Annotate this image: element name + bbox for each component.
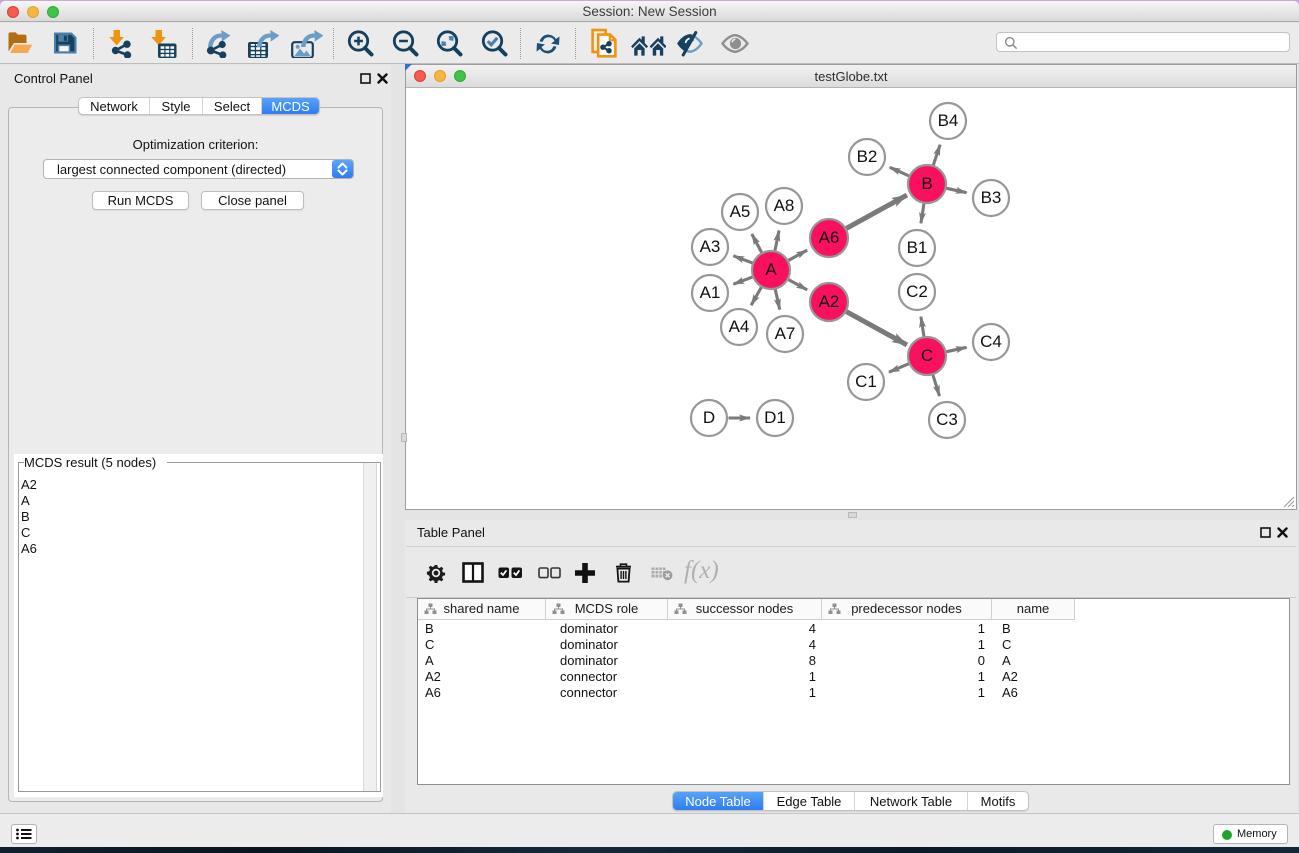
svg-text:A3: A3 (700, 237, 721, 256)
svg-text:B: B (921, 174, 932, 193)
svg-text:A5: A5 (730, 202, 751, 221)
svg-text:C4: C4 (980, 332, 1002, 351)
svg-text:D1: D1 (764, 408, 786, 427)
svg-text:B1: B1 (907, 238, 928, 257)
svg-text:A6: A6 (819, 228, 840, 247)
svg-text:C1: C1 (855, 372, 877, 391)
svg-text:A2: A2 (819, 292, 840, 311)
svg-text:A1: A1 (700, 283, 721, 302)
svg-text:A7: A7 (775, 324, 796, 343)
svg-text:C: C (921, 346, 933, 365)
svg-text:D: D (703, 408, 715, 427)
svg-text:B4: B4 (938, 111, 959, 130)
svg-text:A: A (765, 260, 777, 279)
svg-text:B3: B3 (981, 188, 1002, 207)
svg-text:B2: B2 (857, 147, 878, 166)
svg-text:A4: A4 (729, 317, 750, 336)
svg-text:C2: C2 (906, 282, 928, 301)
svg-text:C3: C3 (936, 410, 958, 429)
svg-text:A8: A8 (774, 196, 795, 215)
